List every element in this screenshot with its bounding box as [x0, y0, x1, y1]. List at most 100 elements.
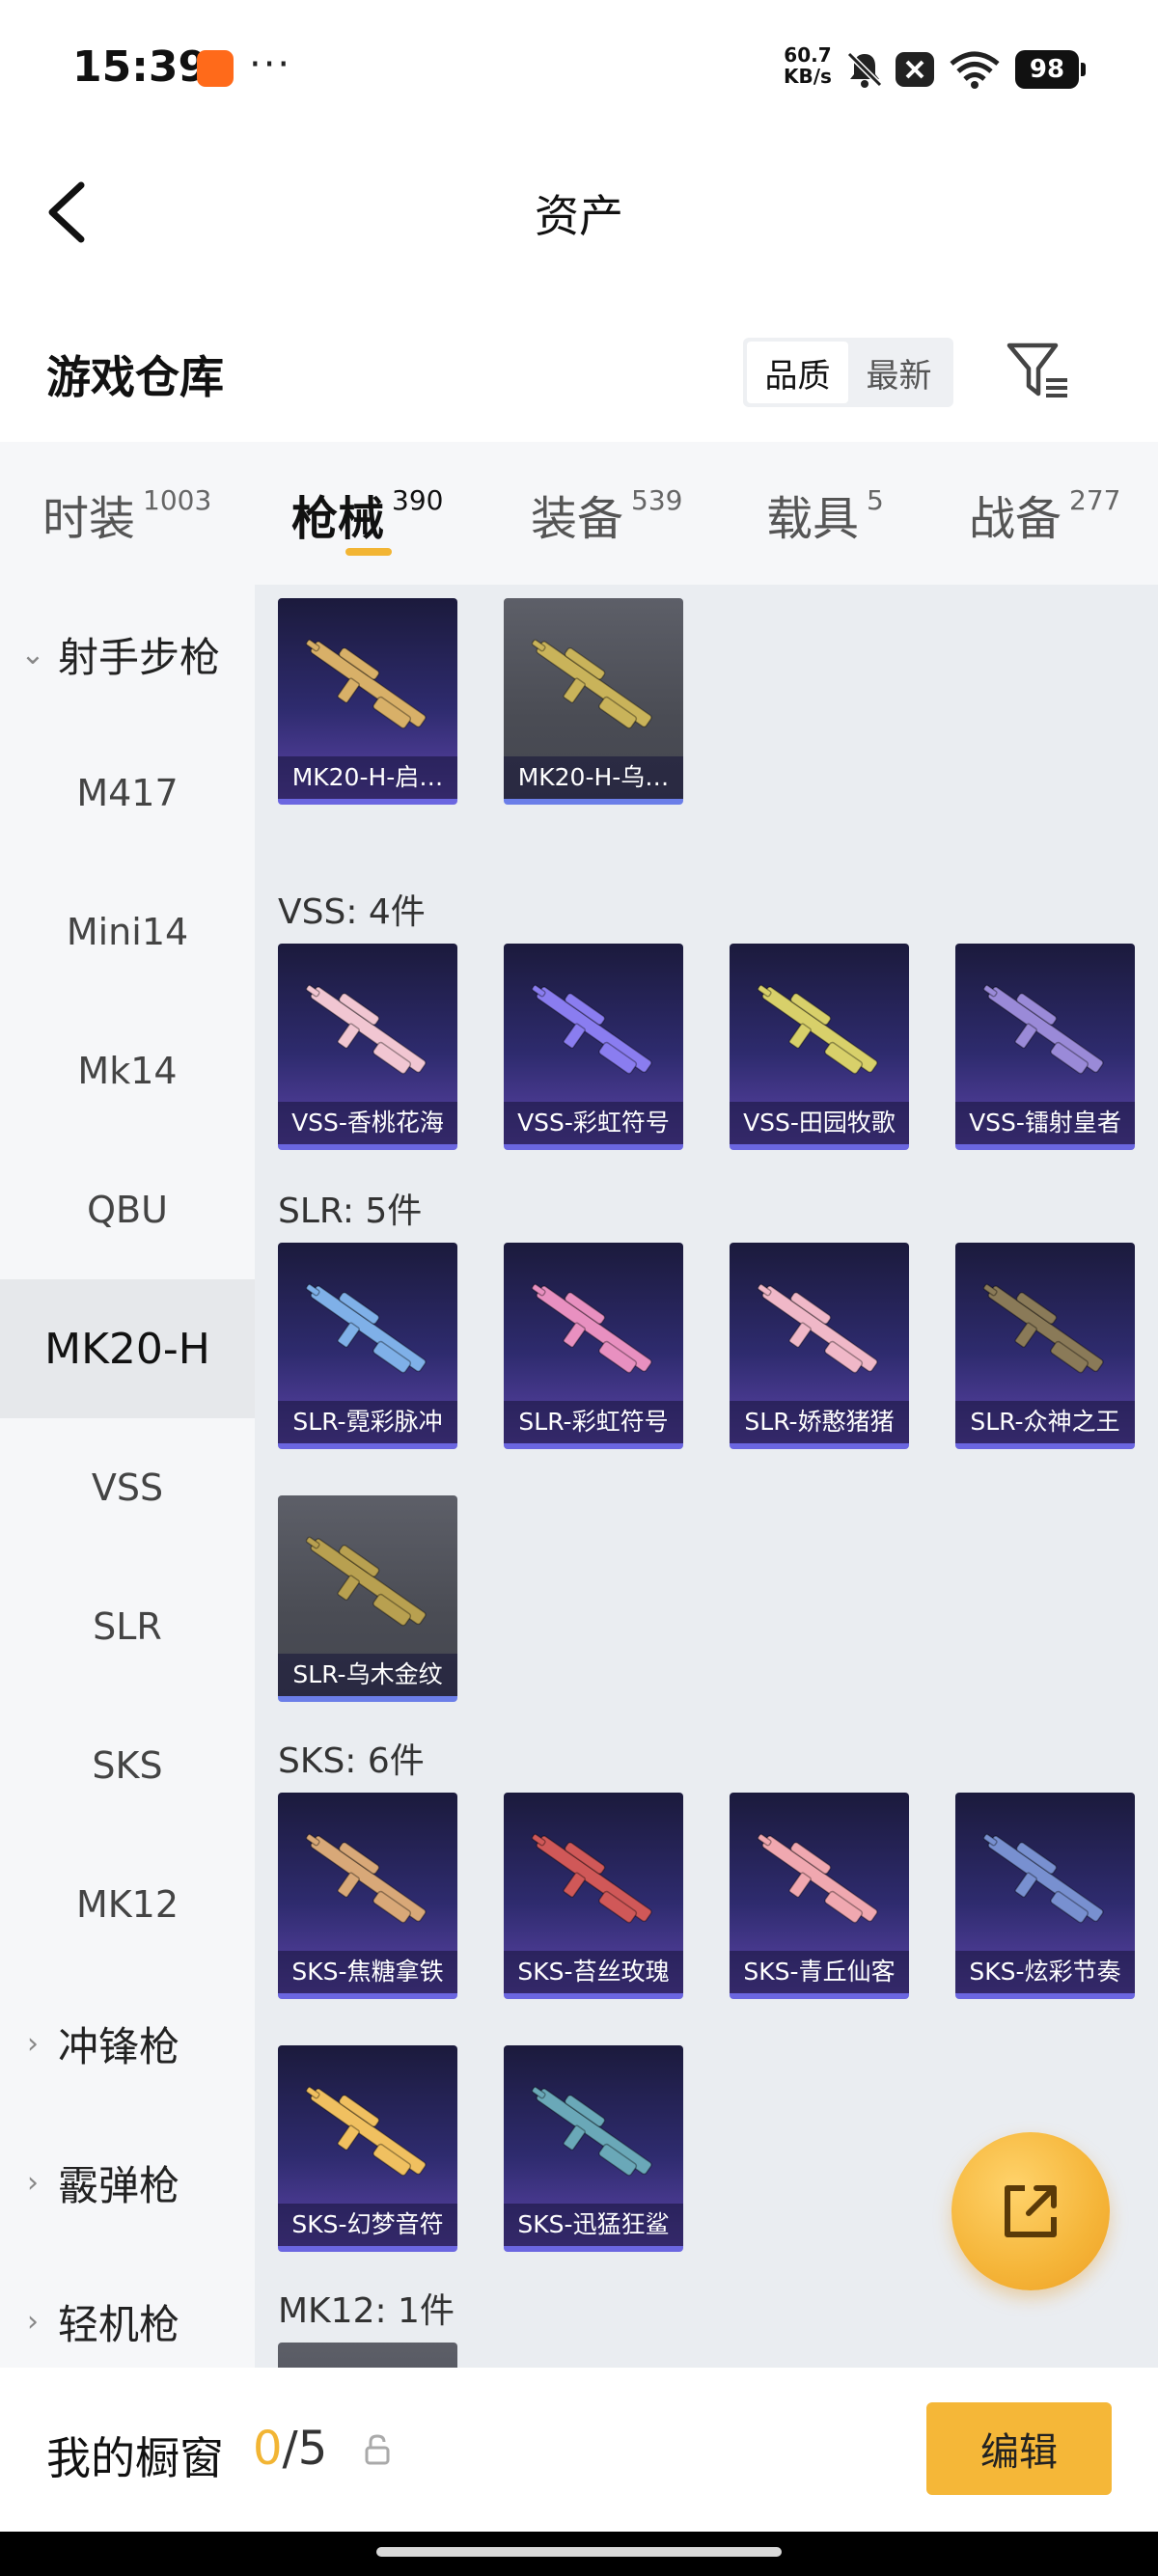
section-label: MK12: 1件: [278, 2291, 455, 2331]
weapon-skin-card[interactable]: SKS-炫彩节奏: [955, 1793, 1135, 1999]
weapon-skin-name: SLR-乌木金纹: [278, 1654, 457, 1696]
page-header: 资产: [0, 145, 1158, 270]
weapon-skin-name: SLR-彩虹符号: [504, 1401, 683, 1443]
sidebar-item-mk20h[interactable]: MK20-H: [0, 1279, 255, 1418]
active-tab-indicator: [345, 548, 392, 556]
weapon-image: [982, 1833, 1104, 1924]
sidebar-item-qbu[interactable]: QBU: [0, 1140, 255, 1279]
more-notifications-icon: ···: [249, 42, 292, 87]
weapon-skin-name: VSS-镭射皇者: [955, 1102, 1135, 1144]
weapon-skin-card[interactable]: SKS-幻梦音符: [278, 2045, 457, 2252]
sort-newest-button[interactable]: 最新: [848, 342, 950, 403]
chevron-down-icon: ⌄: [20, 637, 45, 671]
sidebar-item-label: 轻机枪: [58, 2300, 180, 2348]
weapon-image: [305, 2086, 427, 2177]
tab-firearms[interactable]: 枪械 390: [291, 480, 443, 548]
weapon-skin-grid: MK20-H-启… MK20-H-乌… VSS: 4件 VSS-香桃花海 VSS-彩虹符…: [255, 585, 1158, 2368]
battery-icon: 98: [1015, 50, 1086, 89]
weapon-skin-card[interactable]: VSS-镭射皇者: [955, 944, 1135, 1150]
weapon-skin-name: SKS-迅猛狂鲨: [504, 2204, 683, 2246]
status-bar: 15:39 ··· 60.7 KB/s 98: [0, 0, 1158, 135]
weapon-skin-card[interactable]: SLR-彩虹符号: [504, 1243, 683, 1449]
weapon-skin-name: VSS-香桃花海: [278, 1102, 457, 1144]
weapon-image: [982, 984, 1104, 1075]
sidebar-item-label: 冲锋枪: [58, 2022, 180, 2070]
sidebar-item-mini14[interactable]: Mini14: [0, 863, 255, 1001]
x-badge-icon: [896, 52, 934, 87]
weapon-skin-card[interactable]: VSS-田园牧歌: [730, 944, 909, 1150]
section-label: SLR: 5件: [278, 1192, 423, 1231]
weapon-skin-name: MK20-H-乌…: [504, 756, 683, 799]
sort-toggle: 品质 最新: [743, 338, 953, 407]
showcase-label: 我的橱窗: [46, 2432, 224, 2484]
weapon-skin-card[interactable]: SLR-众神之王: [955, 1243, 1135, 1449]
sidebar-group-shotguns[interactable]: › 霰弹枪: [0, 2113, 255, 2252]
weapon-image: [305, 984, 427, 1075]
weapon-category-sidebar: ⌄ 射手步枪 M417 Mini14 Mk14 QBU MK20-H VSS S…: [0, 585, 255, 2368]
weapon-skin-card[interactable]: SKS-焦糖拿铁: [278, 1793, 457, 1999]
weapon-image: [305, 1833, 427, 1924]
network-speed-value: 60.7: [784, 43, 832, 67]
weapon-image: [305, 1283, 427, 1374]
showcase-bar: 我的橱窗 0/5 编辑: [0, 2368, 1158, 2532]
chevron-right-icon: ›: [27, 2165, 39, 2200]
lock-icon: [365, 2434, 390, 2465]
weapon-skin-name: SLR-众神之王: [955, 1401, 1135, 1443]
weapon-skin-name: MK20-H-启…: [278, 756, 457, 799]
weapon-image: [305, 639, 427, 729]
tab-count: 1003: [143, 484, 212, 516]
weapon-image: [531, 1833, 652, 1924]
weapon-skin-card[interactable]: SKS-苔丝玫瑰: [504, 1793, 683, 1999]
wifi-icon: [950, 51, 1000, 89]
tab-label: 时装: [42, 492, 136, 546]
section-label: SKS: 6件: [278, 1741, 425, 1781]
tab-vehicles[interactable]: 载具 5: [766, 480, 884, 548]
sidebar-item-label: 霰弹枪: [58, 2161, 180, 2209]
weapon-skin-name: SLR-霓彩脉冲: [278, 1401, 457, 1443]
sort-quality-button[interactable]: 品质: [747, 342, 848, 403]
weapon-skin-card[interactable]: SLR-娇憨猪猪: [730, 1243, 909, 1449]
weapon-skin-card[interactable]: MK20-H-启…: [278, 598, 457, 805]
chevron-right-icon: ›: [27, 2026, 39, 2061]
sidebar-item-slr[interactable]: SLR: [0, 1557, 255, 1696]
sidebar-item-mk14[interactable]: Mk14: [0, 1001, 255, 1140]
showcase-separator: /: [282, 2422, 298, 2476]
tab-count: 277: [1069, 484, 1121, 516]
page-title: 资产: [535, 190, 623, 242]
weapon-skin-card[interactable]: SLR-霓彩脉冲: [278, 1243, 457, 1449]
system-nav-bar: [0, 2532, 1158, 2576]
share-fab-button[interactable]: [951, 2132, 1110, 2290]
weapon-skin-name: SKS-幻梦音符: [278, 2204, 457, 2246]
sidebar-group-smg[interactable]: › 冲锋枪: [0, 1974, 255, 2113]
weapon-skin-name: SLR-娇憨猪猪: [730, 1401, 909, 1443]
weapon-skin-card[interactable]: MK20-H-乌…: [504, 598, 683, 805]
weapon-skin-card[interactable]: SKS-迅猛狂鲨: [504, 2045, 683, 2252]
tab-supplies[interactable]: 战备 277: [969, 480, 1120, 548]
sidebar-item-sks[interactable]: SKS: [0, 1696, 255, 1835]
tab-equipment[interactable]: 装备 539: [531, 480, 682, 548]
sidebar-group-lmg[interactable]: › 轻机枪: [0, 2252, 255, 2368]
showcase-count: 0/5: [253, 2422, 327, 2476]
tab-label: 载具: [766, 492, 860, 546]
weapon-skin-card[interactable]: SKS-青丘仙客: [730, 1793, 909, 1999]
mute-icon: [846, 51, 883, 88]
sidebar-group-marksman-rifles[interactable]: ⌄ 射手步枪: [0, 585, 255, 724]
tab-count: 5: [867, 484, 884, 516]
sidebar-item-m417[interactable]: M417: [0, 724, 255, 863]
weapon-image: [757, 984, 878, 1075]
external-share-icon: [1005, 2185, 1057, 2237]
weapon-skin-card[interactable]: [278, 2343, 457, 2368]
weapon-skin-card[interactable]: SLR-乌木金纹: [278, 1495, 457, 1702]
sidebar-item-label: 射手步枪: [58, 633, 221, 681]
filter-icon[interactable]: [1004, 338, 1071, 405]
sidebar-item-vss[interactable]: VSS: [0, 1418, 255, 1557]
weapon-image: [757, 1283, 878, 1374]
home-indicator[interactable]: [376, 2547, 782, 2557]
weapon-skin-card[interactable]: VSS-彩虹符号: [504, 944, 683, 1150]
edit-showcase-button[interactable]: 编辑: [926, 2402, 1112, 2495]
tab-fashion[interactable]: 时装 1003: [42, 480, 211, 548]
sidebar-item-mk12[interactable]: MK12: [0, 1835, 255, 1974]
weapon-skin-card[interactable]: VSS-香桃花海: [278, 944, 457, 1150]
tab-count: 390: [392, 484, 444, 516]
chevron-right-icon: ›: [27, 2304, 39, 2339]
